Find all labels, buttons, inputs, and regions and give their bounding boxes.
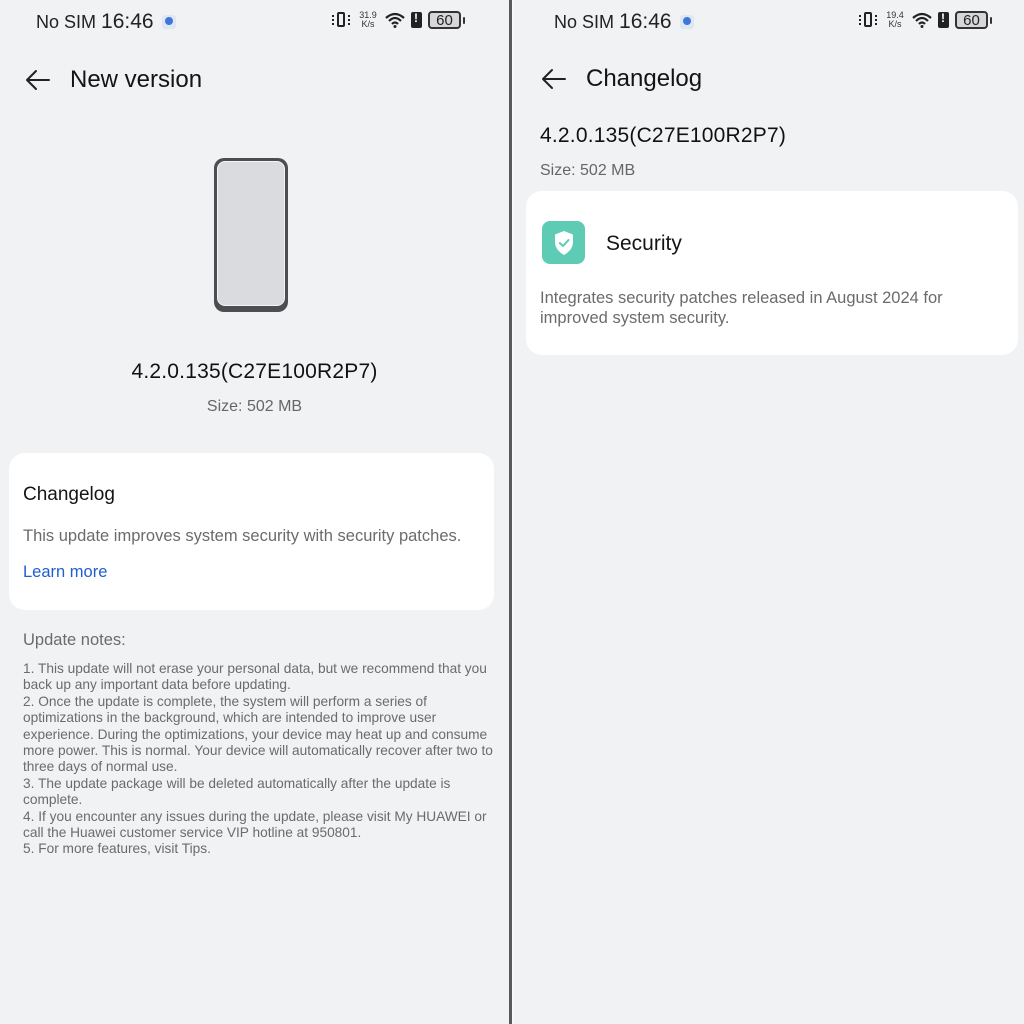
- version-number: 4.2.0.135(C27E100R2P7): [131, 360, 378, 383]
- network-speed: 19.4 K/s: [884, 11, 906, 29]
- status-bar: No SIM 16:46 19.4 K/s 60: [514, 8, 1024, 36]
- update-notes-list: 1. This update will not erase your perso…: [23, 661, 493, 858]
- package-size: Size: 502 MB: [206, 398, 303, 415]
- update-note-item: 1. This update will not erase your perso…: [23, 661, 487, 693]
- package-size: Size: 502 MB: [540, 162, 636, 179]
- clock: 16:46: [101, 10, 154, 33]
- app-notification-icon: [679, 15, 694, 29]
- changelog-title: Changelog: [23, 484, 115, 505]
- update-note-item: 2. Once the update is complete, the syst…: [23, 693, 493, 775]
- learn-more-link[interactable]: Learn more: [23, 563, 107, 582]
- update-note-item: 3. The update package will be deleted au…: [23, 775, 451, 808]
- wifi-icon: [912, 12, 932, 28]
- new-version-screen: No SIM 16:46 31.9 K/s 60: [0, 0, 509, 1024]
- security-description: Integrates security patches released in …: [540, 289, 943, 327]
- status-bar: No SIM 16:46 31.9 K/s 60: [0, 8, 509, 36]
- battery-level: 60: [428, 11, 461, 29]
- network-speed-unit: K/s: [888, 19, 902, 29]
- header: New version: [24, 60, 202, 100]
- changelog-screen: No SIM 16:46 19.4 K/s 60: [514, 0, 1024, 1024]
- back-button[interactable]: [540, 65, 568, 93]
- sim-alert-icon: [938, 11, 949, 28]
- security-changelog-card: Security Integrates security patches rel…: [526, 191, 1018, 355]
- shield-check-icon: [554, 230, 573, 255]
- vibrate-icon: [858, 11, 878, 29]
- back-button[interactable]: [24, 66, 52, 94]
- app-notification-icon: [161, 15, 176, 29]
- carrier-label: No SIM: [36, 12, 97, 32]
- network-speed-unit: K/s: [361, 19, 375, 29]
- battery-level: 60: [955, 11, 988, 29]
- battery-indicator: 60: [428, 11, 465, 29]
- page-title: Changelog: [586, 65, 703, 92]
- page-title: New version: [70, 66, 203, 93]
- update-note-item: 4. If you encounter any issues during th…: [23, 808, 487, 841]
- vibrate-icon: [331, 11, 351, 29]
- update-note-item: 5. For more features, visit Tips.: [23, 841, 211, 857]
- battery-indicator: 60: [955, 11, 992, 29]
- header: Changelog: [540, 59, 702, 99]
- carrier-label: No SIM: [554, 12, 615, 32]
- phone-illustration: [214, 158, 288, 312]
- wifi-icon: [385, 12, 405, 28]
- version-number: 4.2.0.135(C27E100R2P7): [540, 124, 787, 147]
- changelog-card: Changelog This update improves system se…: [9, 453, 494, 610]
- security-title: Security: [606, 232, 682, 255]
- security-icon-badge: [542, 221, 585, 264]
- changelog-description: This update improves system security wit…: [23, 527, 462, 545]
- clock: 16:46: [619, 10, 672, 33]
- arrow-left-icon: [542, 69, 566, 89]
- sim-alert-icon: [411, 11, 422, 28]
- arrow-left-icon: [26, 70, 50, 90]
- network-speed: 31.9 K/s: [357, 11, 379, 29]
- update-notes-title: Update notes:: [23, 631, 126, 649]
